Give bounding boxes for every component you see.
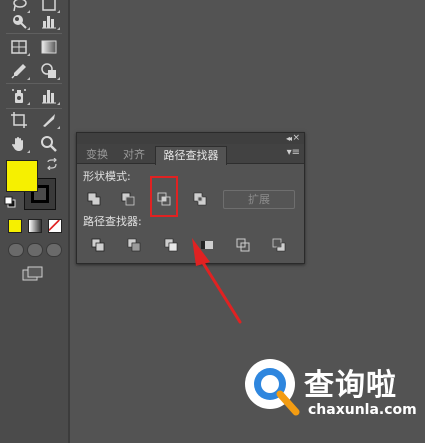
gradient-mode-button[interactable] bbox=[28, 219, 42, 233]
trim-icon bbox=[127, 238, 141, 252]
swap-fill-stroke-icon[interactable] bbox=[46, 158, 58, 170]
screen-mode-icon[interactable] bbox=[22, 266, 44, 282]
none-slash-icon bbox=[49, 220, 60, 231]
gradient-icon bbox=[41, 40, 57, 54]
panel-menu-icon[interactable]: ▾≡ bbox=[287, 148, 300, 158]
fill-swatch[interactable] bbox=[6, 160, 38, 192]
draw-normal-button[interactable] bbox=[8, 243, 24, 257]
intersect-highlight-box bbox=[150, 176, 178, 217]
tab-transform[interactable]: 变换 bbox=[80, 146, 114, 164]
gradient-tool[interactable] bbox=[38, 37, 60, 57]
minus-front-icon bbox=[121, 192, 135, 206]
symbol-sprayer-tool[interactable] bbox=[8, 86, 30, 106]
color-mode-button[interactable] bbox=[8, 219, 22, 233]
symbol-sprayer-icon bbox=[12, 89, 26, 103]
divide-button[interactable] bbox=[88, 236, 108, 254]
panel-titlebar[interactable]: ◂◂ × bbox=[77, 133, 304, 144]
none-mode-button[interactable] bbox=[48, 219, 62, 233]
warp-tool[interactable] bbox=[8, 11, 30, 31]
slice-icon bbox=[43, 114, 55, 127]
tab-align[interactable]: 对齐 bbox=[116, 146, 152, 164]
draw-behind-button[interactable] bbox=[27, 243, 43, 257]
collapse-icon[interactable]: ◂◂ bbox=[286, 134, 292, 143]
unite-button[interactable] bbox=[84, 190, 104, 208]
minus-back-button[interactable] bbox=[269, 236, 289, 254]
shape-builder-tool[interactable] bbox=[38, 61, 60, 81]
mesh-tool[interactable] bbox=[8, 37, 30, 57]
unite-icon bbox=[87, 192, 101, 206]
eyedropper-tool[interactable] bbox=[8, 61, 30, 81]
shape-builder-icon bbox=[41, 63, 56, 78]
merge-button[interactable] bbox=[161, 236, 181, 254]
outline-button[interactable] bbox=[233, 236, 253, 254]
expand-button[interactable]: 扩展 bbox=[223, 190, 295, 209]
outline-icon bbox=[236, 238, 250, 252]
watermark-brand: 查询啦 bbox=[304, 368, 397, 403]
warp-icon bbox=[13, 15, 27, 29]
watermark-url: chaxunla.com bbox=[308, 402, 417, 418]
tab-pathfinder[interactable]: 路径查找器 bbox=[155, 146, 227, 165]
toolbar-divider bbox=[6, 108, 62, 109]
search-logo-icon bbox=[245, 359, 300, 416]
artboard-tool[interactable] bbox=[8, 110, 30, 130]
hand-icon bbox=[12, 137, 23, 151]
zoom-icon bbox=[41, 136, 57, 152]
close-icon[interactable]: × bbox=[292, 133, 300, 143]
pathfinders-label: 路径查找器: bbox=[83, 215, 142, 228]
crop-icon bbox=[201, 241, 213, 249]
draw-inside-button[interactable] bbox=[46, 243, 62, 257]
graph-icon bbox=[42, 16, 56, 29]
column-graph-icon bbox=[42, 90, 56, 104]
watermark: 查询啦 chaxunla.com bbox=[240, 350, 425, 443]
shape-modes-label: 形状模式: bbox=[83, 170, 131, 183]
artboard-icon bbox=[11, 112, 27, 128]
trim-button[interactable] bbox=[124, 236, 144, 254]
zoom-tool[interactable] bbox=[38, 134, 60, 154]
graph-tool[interactable] bbox=[38, 11, 60, 31]
default-colors-icon[interactable] bbox=[4, 196, 16, 208]
exclude-button[interactable] bbox=[190, 190, 210, 208]
column-graph-tool[interactable] bbox=[38, 86, 60, 106]
toolbar-divider bbox=[6, 33, 62, 34]
hand-tool[interactable] bbox=[8, 134, 30, 154]
slice-tool[interactable] bbox=[38, 110, 60, 130]
pathfinder-panel: ◂◂ × 变换 对齐 路径查找器 ▾≡ 形状模式: 扩展 路径查找器: bbox=[76, 132, 305, 264]
minus-back-icon bbox=[272, 238, 286, 252]
crop-button[interactable] bbox=[197, 236, 217, 254]
mesh-icon bbox=[11, 40, 27, 54]
divide-icon bbox=[91, 238, 105, 252]
minus-front-button[interactable] bbox=[118, 190, 138, 208]
tools-panel bbox=[0, 0, 70, 443]
merge-icon bbox=[164, 238, 178, 252]
toolbar-divider bbox=[6, 83, 62, 84]
exclude-icon bbox=[193, 192, 207, 206]
eyedropper-icon bbox=[11, 64, 26, 79]
panel-tabbar: 变换 对齐 路径查找器 ▾≡ bbox=[77, 144, 304, 165]
